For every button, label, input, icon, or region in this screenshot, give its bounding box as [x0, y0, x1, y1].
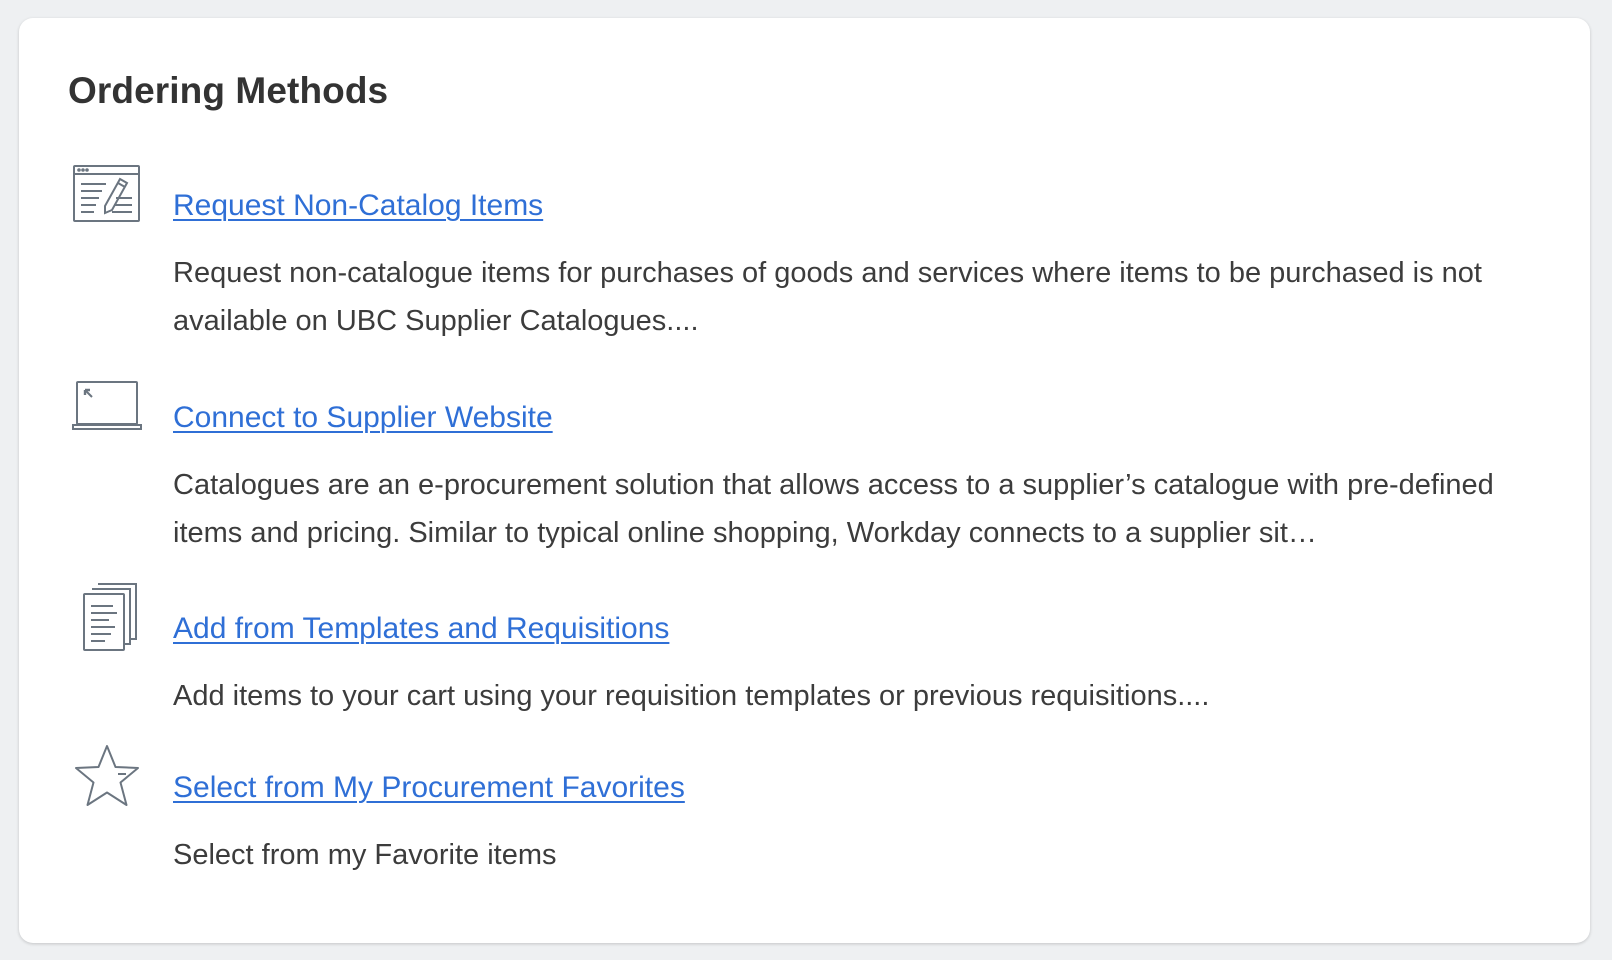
form-edit-icon [71, 158, 143, 230]
add-from-templates-link[interactable]: Add from Templates and Requisitions [173, 612, 669, 646]
request-non-catalog-description: Request non-catalogue items for purchase… [173, 257, 1482, 337]
request-non-catalog-link[interactable]: Request Non-Catalog Items [173, 189, 543, 223]
select-favorites-description: Select from my Favorite items [173, 839, 557, 871]
star-icon [71, 740, 143, 812]
add-from-templates-description: Add items to your cart using your requis… [173, 680, 1210, 712]
connect-supplier-link[interactable]: Connect to Supplier Website [173, 401, 553, 435]
connect-supplier-description: Catalogues are an e-procurement solution… [173, 469, 1494, 549]
ordering-methods-card: Ordering Methods Request Non-Catalog Ite… [19, 18, 1590, 943]
card-title: Ordering Methods [68, 70, 389, 111]
select-favorites-link[interactable]: Select from My Procurement Favorites [173, 771, 685, 805]
documents-stack-icon [71, 581, 143, 653]
laptop-cursor-icon [71, 370, 143, 442]
